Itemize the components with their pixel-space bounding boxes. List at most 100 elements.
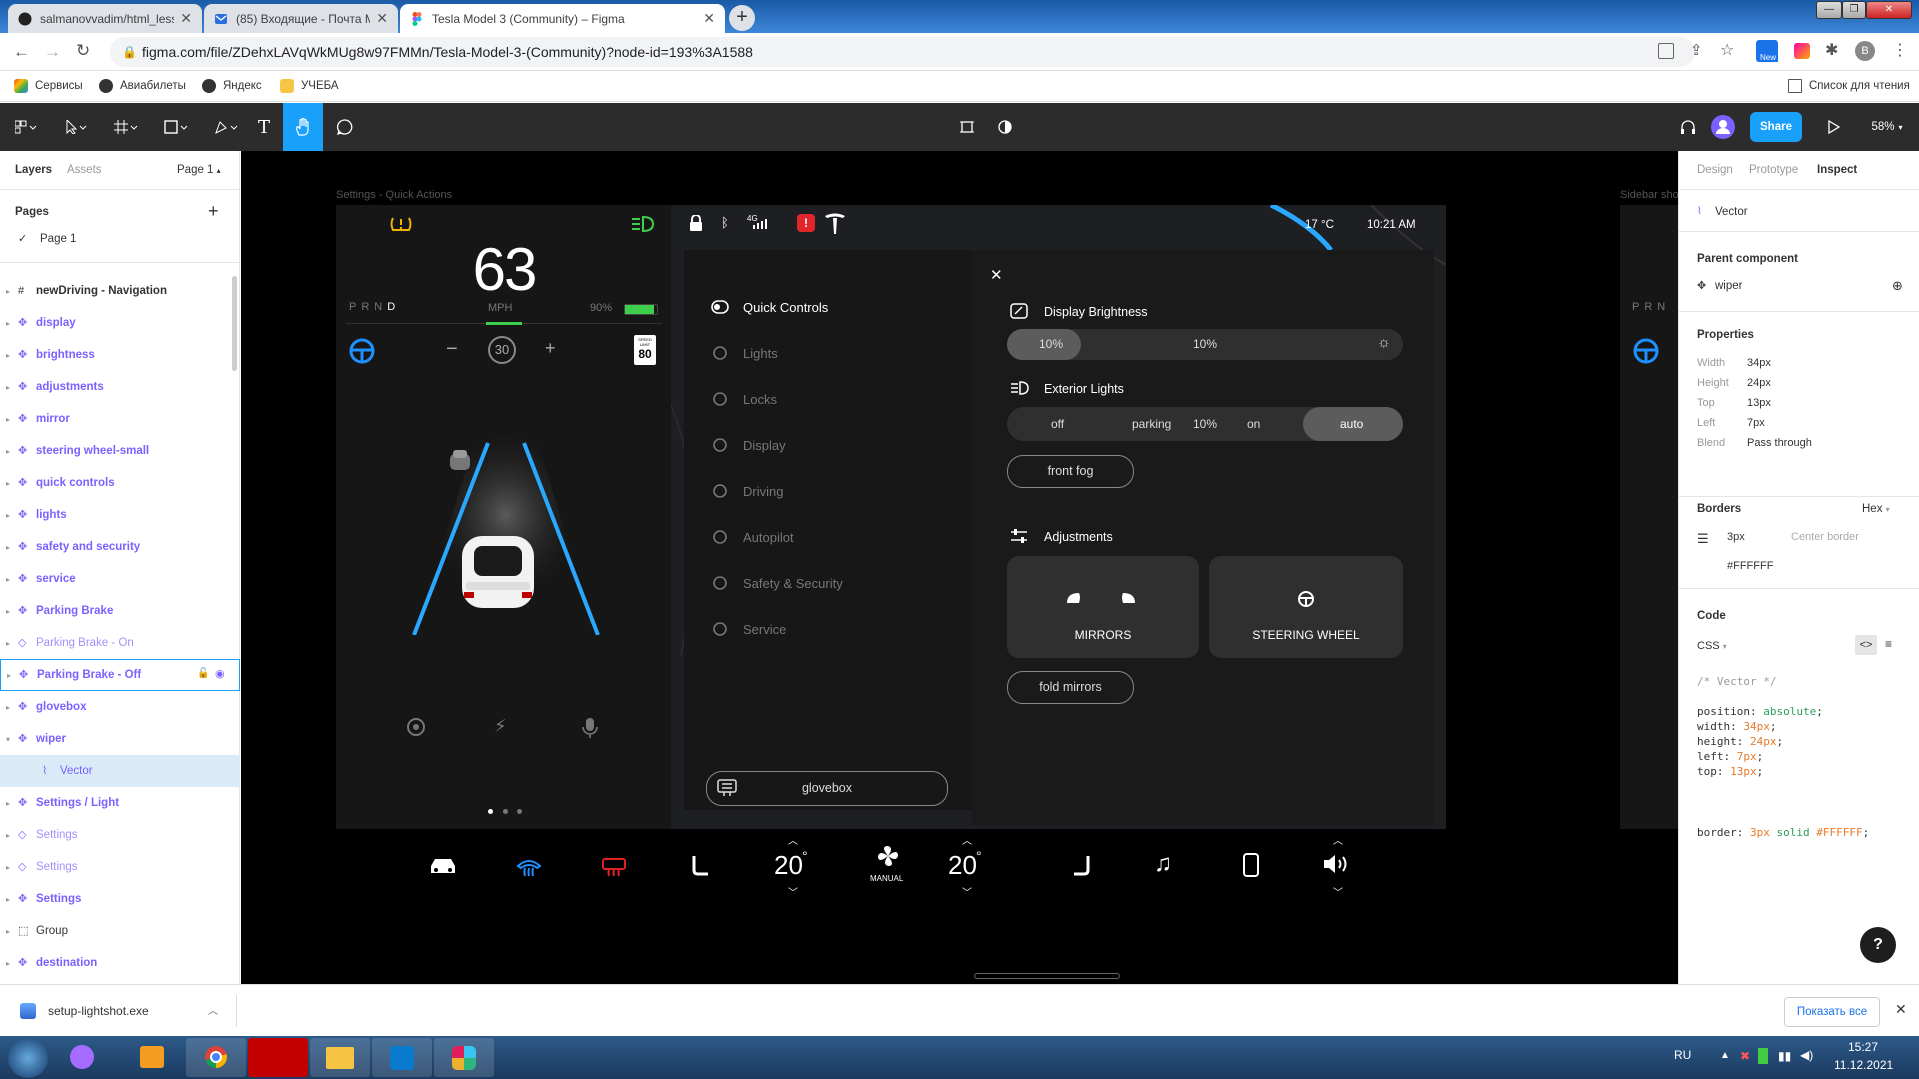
forward-icon[interactable]: → [44, 42, 61, 62]
layer-row[interactable]: ▸ ✥ glovebox [0, 691, 240, 723]
bookmark-folder[interactable]: УЧЕБА [280, 79, 339, 93]
tray-icon[interactable]: ✖ [1740, 1049, 1750, 1063]
layer-row[interactable]: ▸ ✥ quick controls [0, 467, 240, 499]
brightness-slider[interactable]: 10% 10% ☼ [1007, 329, 1403, 360]
page-selector[interactable]: Page 1 ▴ [177, 164, 221, 176]
tab-github[interactable]: salmanovvadim/html_lesson6 ✕ [8, 4, 202, 33]
layer-row[interactable]: ▸ ✥ Settings [0, 883, 240, 915]
layer-row[interactable]: ▸ ✥ mirror [0, 403, 240, 435]
plus-icon[interactable]: + [545, 338, 556, 359]
close-icon[interactable]: ✕ [180, 10, 192, 27]
audio-icon[interactable] [1676, 103, 1700, 151]
text-tool-icon[interactable]: T [250, 103, 278, 151]
frame-label[interactable]: Settings - Quick Actions [336, 189, 452, 201]
clock-date[interactable]: 11.12.2021 [1834, 1058, 1893, 1072]
lights-option-off[interactable]: off [1051, 417, 1064, 431]
frame-tool-icon[interactable] [108, 103, 144, 151]
shape-tool-icon[interactable] [158, 103, 194, 151]
expand-caret-icon[interactable]: ▸ [6, 511, 10, 520]
expand-caret-icon[interactable]: ▸ [6, 287, 10, 296]
add-page-icon[interactable]: + [208, 201, 219, 222]
border-color[interactable]: #FFFFFF [1727, 560, 1773, 572]
download-file-name[interactable]: setup-lightshot.exe [48, 1004, 149, 1018]
alice-icon[interactable] [70, 1045, 94, 1069]
move-tool-icon[interactable] [58, 103, 94, 151]
car-icon[interactable] [428, 856, 458, 876]
layer-row[interactable]: ▸ ✥ service [0, 563, 240, 595]
expand-caret-icon[interactable]: ▸ [6, 319, 10, 328]
tab-design[interactable]: Design [1697, 164, 1733, 176]
start-button[interactable] [8, 1038, 48, 1078]
menu-item[interactable]: Quick Controls [711, 299, 828, 315]
comment-tool-icon[interactable] [330, 103, 360, 151]
layer-row[interactable]: ▸ ✥ Parking Brake - Off 🔓 ◉ [0, 659, 240, 691]
share-button[interactable]: Share [1750, 112, 1802, 142]
layer-row[interactable]: ⌇ Vector [0, 755, 240, 787]
close-icon[interactable]: ✕ [1895, 1001, 1907, 1018]
tab-figma[interactable]: Tesla Model 3 (Community) – Figma ✕ [400, 4, 725, 33]
layer-row[interactable]: ▸ ✥ lights [0, 499, 240, 531]
color-mode-select[interactable]: Hex ▾ [1862, 503, 1890, 515]
contrast-icon[interactable] [993, 103, 1017, 151]
zoom-control[interactable]: 58% ▾ [1862, 103, 1912, 151]
expand-caret-icon[interactable]: ▸ [6, 703, 10, 712]
expand-caret-icon[interactable]: ▸ [6, 447, 10, 456]
present-icon[interactable] [1822, 103, 1846, 151]
tab-layers[interactable]: Layers [15, 164, 52, 176]
steering-wheel-card[interactable]: STEERING WHEEL [1209, 556, 1403, 658]
menu-item[interactable]: Lights [711, 345, 778, 361]
expand-caret-icon[interactable]: ▸ [6, 895, 10, 904]
tray-arrow-icon[interactable]: ▲ [1720, 1050, 1730, 1061]
layer-row[interactable]: ▸ ✥ display [0, 307, 240, 339]
layer-row[interactable]: ▸ ✥ adjustments [0, 371, 240, 403]
bolt-icon[interactable]: ⚡ [494, 716, 507, 737]
phone-icon[interactable] [1243, 853, 1259, 877]
menu-item[interactable]: Locks [711, 391, 777, 407]
expand-caret-icon[interactable]: ▸ [6, 959, 10, 968]
layer-row[interactable]: ▸ ✥ brightness [0, 339, 240, 371]
lights-option-auto[interactable]: auto [1340, 417, 1363, 431]
volume-tray-icon[interactable]: ◀) [1800, 1048, 1813, 1062]
expand-caret-icon[interactable]: ▸ [6, 863, 10, 872]
fold-mirrors-button[interactable]: fold mirrors [1007, 671, 1134, 704]
autosteer-icon[interactable] [349, 338, 375, 364]
expand-caret-icon[interactable]: ▸ [6, 415, 10, 424]
expand-caret-icon[interactable]: ▸ [6, 639, 10, 648]
help-button[interactable]: ? [1860, 927, 1896, 963]
expand-caret-icon[interactable]: ▸ [6, 543, 10, 552]
cruise-speed[interactable]: 30 [488, 336, 516, 364]
close-icon[interactable]: ✕ [703, 10, 715, 27]
menu-item[interactable]: Safety & Security [711, 575, 843, 591]
profile-avatar[interactable]: В [1855, 41, 1875, 61]
battery-tray-icon[interactable] [1758, 1048, 1768, 1064]
tab-mail[interactable]: (85) Входящие - Почта Mail.ru ✕ [204, 4, 398, 33]
acrobat-task[interactable] [248, 1038, 308, 1077]
lights-option-level[interactable]: 10% [1193, 417, 1217, 431]
layer-row[interactable]: ▾ ✥ wiper [0, 723, 240, 755]
reload-icon[interactable]: ↻ [76, 41, 90, 61]
url-field[interactable]: 🔒 figma.com/file/ZDehxLAVqWkMUg8w97FMMn/… [110, 37, 1695, 67]
expand-caret-icon[interactable]: ▸ [6, 831, 10, 840]
minimize-button[interactable]: — [1816, 1, 1842, 19]
layer-row[interactable]: ▸ # newDriving - Navigation [0, 275, 240, 307]
layer-row[interactable]: ▸ ⬚ Group [0, 915, 240, 947]
back-icon[interactable]: ← [13, 42, 30, 62]
visibility-eye-icon[interactable]: ◉ [215, 667, 225, 680]
layer-row[interactable]: ▸ ✥ steering wheel-small [0, 435, 240, 467]
expand-caret-icon[interactable]: ▸ [6, 383, 10, 392]
menu-item[interactable]: Autopilot [711, 529, 794, 545]
user-avatar[interactable] [1710, 103, 1736, 151]
alert-icon[interactable]: ! [797, 214, 815, 232]
hand-tool-icon[interactable] [283, 103, 323, 151]
temp-down-icon[interactable]: ﹀ [962, 884, 972, 899]
layer-row[interactable]: ▸ ◇ Settings [0, 819, 240, 851]
layer-row[interactable]: ▸ ◇ Parking Brake - On [0, 627, 240, 659]
main-menu-icon[interactable] [8, 103, 44, 151]
expand-caret-icon[interactable]: ▾ [6, 735, 10, 744]
lights-option-on[interactable]: on [1247, 417, 1260, 431]
go-to-component-icon[interactable]: ⊕ [1892, 278, 1903, 294]
layer-row[interactable]: ▸ ✥ Parking Brake [0, 595, 240, 627]
vscode-task[interactable] [372, 1038, 432, 1077]
clock-time[interactable]: 15:27 [1848, 1040, 1878, 1054]
temp-down-icon[interactable]: ﹀ [788, 884, 798, 899]
